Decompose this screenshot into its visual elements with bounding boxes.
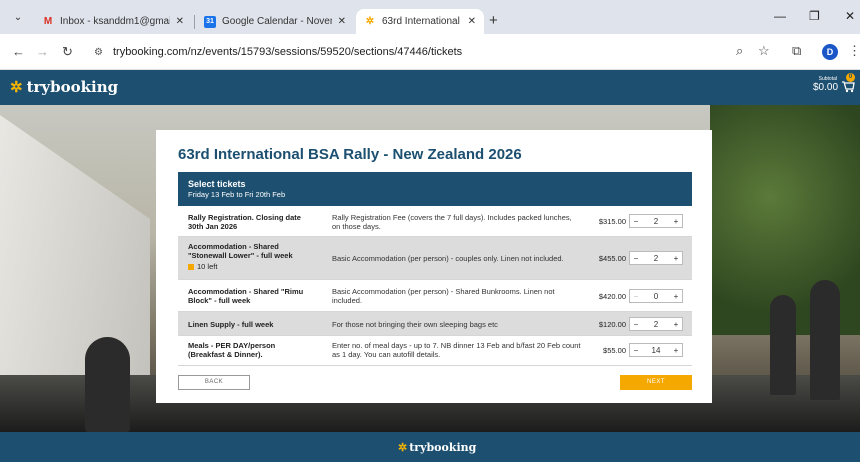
cart-count-badge: 0 (846, 73, 855, 82)
increment-button[interactable]: + (670, 292, 682, 301)
site-footer: ✲ trybooking (0, 432, 860, 462)
close-tab-icon[interactable]: ✕ (176, 16, 184, 27)
quantity-value[interactable]: 14 (642, 346, 670, 355)
calendar-icon: 31 (204, 15, 216, 28)
next-button[interactable]: NEXT (620, 375, 692, 390)
decrement-button[interactable]: − (630, 254, 642, 263)
tab-search-icon[interactable]: ⌄ (10, 10, 26, 26)
trybooking-star-icon: ✲ (398, 441, 408, 454)
select-tickets-header: Select tickets Friday 13 Feb to Fri 20th… (178, 172, 692, 206)
footer-logo[interactable]: ✲ trybooking (398, 441, 476, 454)
site-info-icon[interactable]: ⚙ (94, 47, 103, 58)
trybooking-icon: ✲ (365, 15, 375, 27)
close-tab-icon[interactable]: ✕ (338, 16, 346, 27)
bookmark-star-icon[interactable]: ☆ (758, 43, 770, 59)
quantity-stepper[interactable]: − 2 + (629, 214, 683, 228)
increment-button[interactable]: + (670, 346, 682, 355)
quantity-stepper[interactable]: − 0 + (629, 289, 683, 303)
quantity-value[interactable]: 2 (642, 320, 670, 329)
close-tab-icon[interactable]: ✕ (468, 16, 476, 27)
background-person (810, 280, 840, 400)
site-header: ✲ trybooking (0, 70, 860, 105)
tab-calendar[interactable]: 31 Google Calendar - November 2 ✕ (196, 9, 354, 34)
subtotal: Subtotal $0.00 (813, 76, 839, 93)
quantity-stepper[interactable]: − 14 + (629, 343, 683, 357)
background-person (85, 337, 130, 432)
ticket-row: Accommodation - Shared "Stonewall Lower"… (178, 237, 692, 280)
tab-gmail[interactable]: M Inbox - ksanddm1@gmail.com ✕ (34, 9, 192, 34)
quantity-stepper[interactable]: − 2 + (629, 317, 683, 331)
increment-button[interactable]: + (670, 217, 682, 226)
availability-badge: 10 left (188, 262, 314, 271)
tab-trybooking[interactable]: ✲ 63rd International BSA Rally - N ✕ (356, 9, 484, 34)
new-tab-icon[interactable]: + (489, 12, 498, 29)
browser-toolbar: ← → ↻ ⚙ trybooking.com/nz/events/15793/s… (0, 34, 860, 70)
reload-icon[interactable]: ↻ (62, 44, 73, 60)
increment-button[interactable]: + (670, 320, 682, 329)
quantity-value[interactable]: 2 (642, 254, 670, 263)
forward-arrow-icon[interactable]: → (36, 44, 49, 59)
quantity-value[interactable]: 0 (642, 292, 670, 301)
trybooking-star-icon: ✲ (10, 78, 23, 96)
zoom-icon[interactable]: ⌕ (736, 43, 743, 59)
quantity-value[interactable]: 2 (642, 217, 670, 226)
decrement-button[interactable]: − (630, 292, 642, 301)
increment-button[interactable]: + (670, 254, 682, 263)
restore-icon[interactable]: ❐ (809, 9, 820, 23)
decrement-button[interactable]: − (630, 320, 642, 329)
background-person (770, 295, 796, 395)
browser-tab-strip: ⌄ M Inbox - ksanddm1@gmail.com ✕ 31 Goog… (0, 0, 860, 34)
background-house (0, 115, 150, 375)
ticket-row: Accommodation - Shared "Rimu Block" - fu… (178, 280, 692, 312)
gmail-icon: M (43, 15, 53, 27)
availability-marker-icon (188, 263, 194, 270)
decrement-button[interactable]: − (630, 346, 642, 355)
back-button[interactable]: BACK (178, 375, 250, 390)
ticket-row: Linen Supply - full week For those not b… (178, 312, 692, 336)
address-bar[interactable]: ⚙ trybooking.com/nz/events/15793/session… (88, 39, 778, 65)
trybooking-logo[interactable]: ✲ trybooking (10, 78, 118, 96)
menu-dots-icon[interactable]: ⋮ (848, 43, 860, 59)
extensions-icon[interactable]: ⧉ (792, 43, 801, 59)
profile-avatar[interactable]: D (822, 44, 838, 60)
ticket-row: Meals - PER DAY/person (Breakfast & Dinn… (178, 336, 692, 366)
event-title: 63rd International BSA Rally - New Zeala… (178, 146, 522, 163)
tab-separator (194, 15, 195, 29)
minimize-icon[interactable]: — (774, 9, 786, 23)
decrement-button[interactable]: − (630, 217, 642, 226)
back-arrow-icon[interactable]: ← (12, 44, 25, 59)
close-window-icon[interactable]: ✕ (845, 9, 855, 23)
ticket-row: Rally Registration. Closing date 30th Ja… (178, 206, 692, 237)
quantity-stepper[interactable]: − 2 + (629, 251, 683, 265)
